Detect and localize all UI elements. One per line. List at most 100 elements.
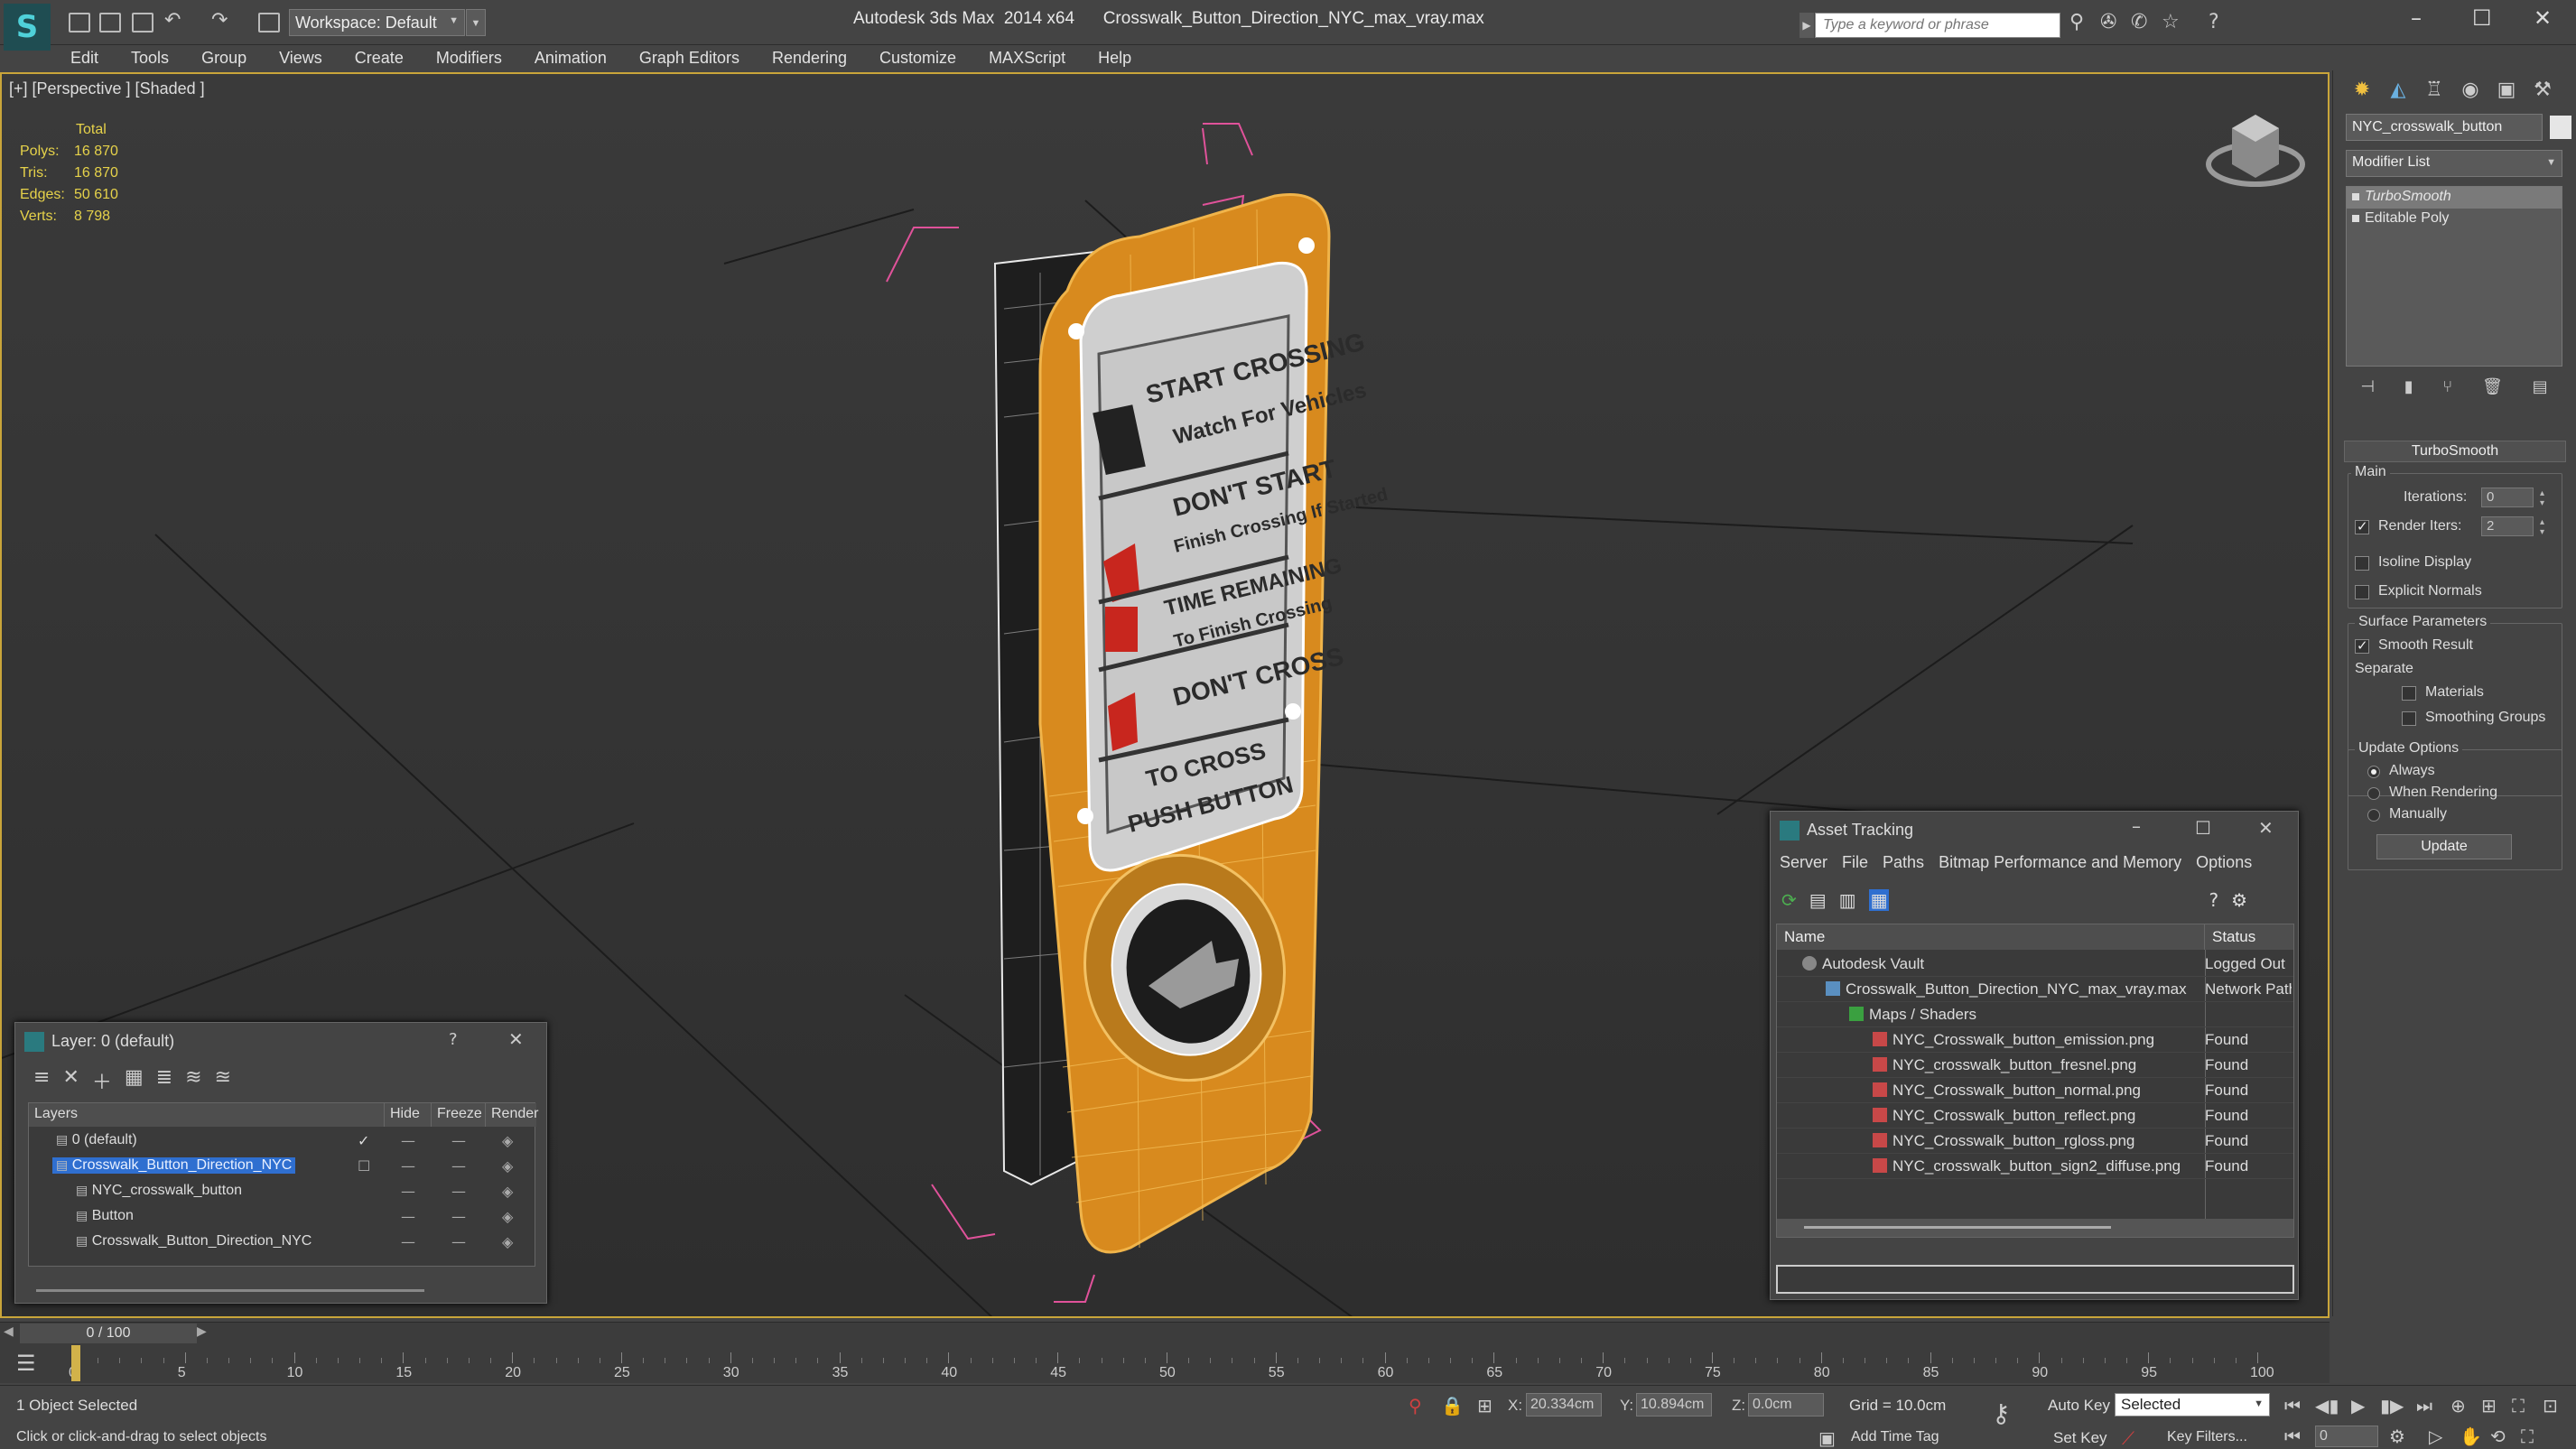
- turbosmooth-rollout-title[interactable]: TurboSmooth: [2344, 441, 2566, 462]
- viewport-label[interactable]: [+] [Perspective ] [Shaded ]: [9, 79, 205, 98]
- asset-settings-icon[interactable]: ⚙: [2231, 889, 2247, 911]
- workspace-menu-button[interactable]: ▼: [466, 9, 486, 36]
- render-toggle-icon[interactable]: ◈: [502, 1183, 513, 1200]
- time-slider[interactable]: ◀ 0 / 100 ▶: [0, 1322, 2330, 1343]
- object-name-field[interactable]: [2346, 114, 2543, 141]
- asset-row[interactable]: NYC_crosswalk_button_fresnel.png Found: [1777, 1053, 2293, 1078]
- help-icon[interactable]: ?: [2209, 11, 2219, 33]
- menu-edit[interactable]: Edit: [54, 45, 115, 69]
- smooth-result-checkbox[interactable]: [2355, 637, 2369, 654]
- layer-row[interactable]: 0 (default) ✓ — — ◈: [29, 1129, 535, 1154]
- time-slider-next-icon[interactable]: ▶: [197, 1324, 207, 1339]
- layer-col-layers[interactable]: Layers: [29, 1103, 385, 1127]
- motion-tab-icon[interactable]: ◉: [2454, 76, 2487, 105]
- communication-icon[interactable]: ✆: [2131, 11, 2147, 33]
- app-logo-icon[interactable]: S: [4, 4, 51, 51]
- manually-radio[interactable]: [2367, 809, 2380, 822]
- undo-icon[interactable]: ↶: [164, 9, 181, 32]
- hide-toggle-icon[interactable]: —: [401, 1157, 415, 1175]
- menu-create[interactable]: Create: [339, 45, 420, 69]
- smoothing-groups-checkbox[interactable]: [2402, 711, 2416, 726]
- maximize-viewport-icon[interactable]: ⛶: [2521, 1426, 2534, 1447]
- asset-menu-bitmap[interactable]: Bitmap Performance and Memory: [1939, 853, 2181, 872]
- asset-close-icon[interactable]: ✕: [2258, 817, 2274, 839]
- time-configuration-icon[interactable]: ⚙: [2389, 1426, 2405, 1447]
- subscription-icon[interactable]: ✇: [2100, 11, 2116, 33]
- hide-toggle-icon[interactable]: —: [401, 1183, 415, 1200]
- next-frame-icon[interactable]: ▮▶: [2380, 1395, 2404, 1416]
- layer-new-icon[interactable]: ≡: [33, 1066, 50, 1095]
- materials-checkbox[interactable]: [2402, 686, 2416, 701]
- track-bar[interactable]: ☰ 05101520253035404550556065707580859095…: [0, 1343, 2330, 1383]
- redo-icon[interactable]: ↷: [211, 9, 228, 32]
- close-icon[interactable]: ✕: [2534, 5, 2552, 31]
- table-view-icon[interactable]: ▦: [1868, 889, 1890, 911]
- freeze-toggle-icon[interactable]: —: [451, 1157, 466, 1175]
- menu-animation[interactable]: Animation: [518, 45, 623, 69]
- modifier-stack[interactable]: TurboSmooth Editable Poly: [2346, 186, 2562, 367]
- play-icon[interactable]: ▶: [2351, 1395, 2365, 1416]
- z-coord-field[interactable]: 0.0cm: [1748, 1393, 1824, 1416]
- workspace-dropdown[interactable]: Workspace: Default: [289, 9, 465, 36]
- time-cursor[interactable]: [71, 1345, 80, 1381]
- utilities-tab-icon[interactable]: ⚒: [2526, 76, 2559, 105]
- asset-row[interactable]: NYC_crosswalk_button_sign2_diffuse.png F…: [1777, 1154, 2293, 1179]
- freeze-toggle-icon[interactable]: —: [451, 1183, 466, 1200]
- create-tab-icon[interactable]: ✹: [2346, 76, 2378, 105]
- asset-menu-paths[interactable]: Paths: [1883, 853, 1924, 872]
- layer-row[interactable]: Button — — ◈: [29, 1204, 535, 1230]
- active-layer-box-icon[interactable]: ☐: [358, 1157, 370, 1175]
- layer-row[interactable]: Crosswalk_Button_Direction_NYC ☐ — — ◈: [29, 1154, 535, 1179]
- go-to-end-icon[interactable]: ⏭: [2416, 1395, 2432, 1416]
- show-end-result-icon[interactable]: ▮: [2404, 377, 2413, 404]
- project-folder-icon[interactable]: [258, 13, 280, 33]
- render-iters-spinner[interactable]: 2: [2481, 516, 2547, 537]
- remove-modifier-icon[interactable]: 🗑: [2482, 377, 2503, 404]
- freeze-toggle-icon[interactable]: —: [451, 1208, 466, 1225]
- asset-hscrollbar[interactable]: [1777, 1219, 2293, 1237]
- render-toggle-icon[interactable]: ◈: [502, 1208, 513, 1225]
- layer-row[interactable]: Crosswalk_Button_Direction_NYC — — ◈: [29, 1230, 535, 1255]
- menu-group[interactable]: Group: [185, 45, 263, 69]
- search-input[interactable]: [1815, 13, 2060, 38]
- object-color-swatch[interactable]: [2550, 116, 2571, 139]
- refresh-icon[interactable]: ⟳: [1781, 889, 1797, 911]
- asset-maximize-icon[interactable]: ☐: [2195, 817, 2211, 839]
- asset-row[interactable]: Crosswalk_Button_Direction_NYC_max_vray.…: [1777, 977, 2293, 1002]
- isolate-selection-icon[interactable]: ⚲: [1409, 1395, 1422, 1416]
- layer-scrollbar[interactable]: [36, 1289, 424, 1292]
- layer-help-button[interactable]: ?: [449, 1030, 458, 1049]
- asset-row[interactable]: NYC_Crosswalk_button_normal.png Found: [1777, 1078, 2293, 1103]
- update-button[interactable]: Update: [2376, 834, 2512, 859]
- configure-sets-icon[interactable]: ▤: [2533, 377, 2548, 404]
- auto-key-button[interactable]: Auto Key: [2048, 1397, 2110, 1415]
- asset-minimize-icon[interactable]: –: [2132, 815, 2141, 837]
- render-iters-checkbox[interactable]: [2355, 518, 2369, 534]
- render-toggle-icon[interactable]: ◈: [502, 1132, 513, 1149]
- menu-graph-editors[interactable]: Graph Editors: [623, 45, 756, 69]
- modify-tab-icon[interactable]: ◭: [2382, 76, 2414, 105]
- previous-frame-icon[interactable]: ◀▮: [2315, 1395, 2339, 1416]
- render-toggle-icon[interactable]: ◈: [502, 1157, 513, 1175]
- set-key-icon[interactable]: ⟋: [2122, 1427, 2134, 1449]
- menu-customize[interactable]: Customize: [863, 45, 972, 69]
- list-view-icon[interactable]: ▤: [1809, 889, 1827, 911]
- layer-col-hide[interactable]: Hide: [385, 1103, 432, 1127]
- asset-col-name[interactable]: Name: [1777, 924, 2205, 950]
- pan-view-icon[interactable]: ✋: [2460, 1426, 2482, 1447]
- menu-rendering[interactable]: Rendering: [756, 45, 863, 69]
- layer-highlight-icon[interactable]: ≣: [156, 1066, 172, 1095]
- stack-item-turbosmooth[interactable]: TurboSmooth: [2347, 187, 2562, 209]
- asset-help-icon[interactable]: ?: [2209, 889, 2218, 911]
- layer-col-render[interactable]: Render: [486, 1103, 538, 1127]
- hierarchy-tab-icon[interactable]: ♖: [2418, 76, 2450, 105]
- asset-status-field[interactable]: [1776, 1265, 2294, 1294]
- layer-add-selected-icon[interactable]: ＋: [92, 1066, 112, 1095]
- layer-col-freeze[interactable]: Freeze: [432, 1103, 486, 1127]
- key-filters-button[interactable]: Key Filters...: [2167, 1429, 2247, 1445]
- menu-modifiers[interactable]: Modifiers: [420, 45, 518, 69]
- go-to-start-icon[interactable]: ⏮: [2284, 1395, 2301, 1416]
- favorites-star-icon[interactable]: ☆: [2162, 11, 2180, 33]
- menu-maxscript[interactable]: MAXScript: [972, 45, 1082, 69]
- new-file-icon[interactable]: [69, 13, 90, 33]
